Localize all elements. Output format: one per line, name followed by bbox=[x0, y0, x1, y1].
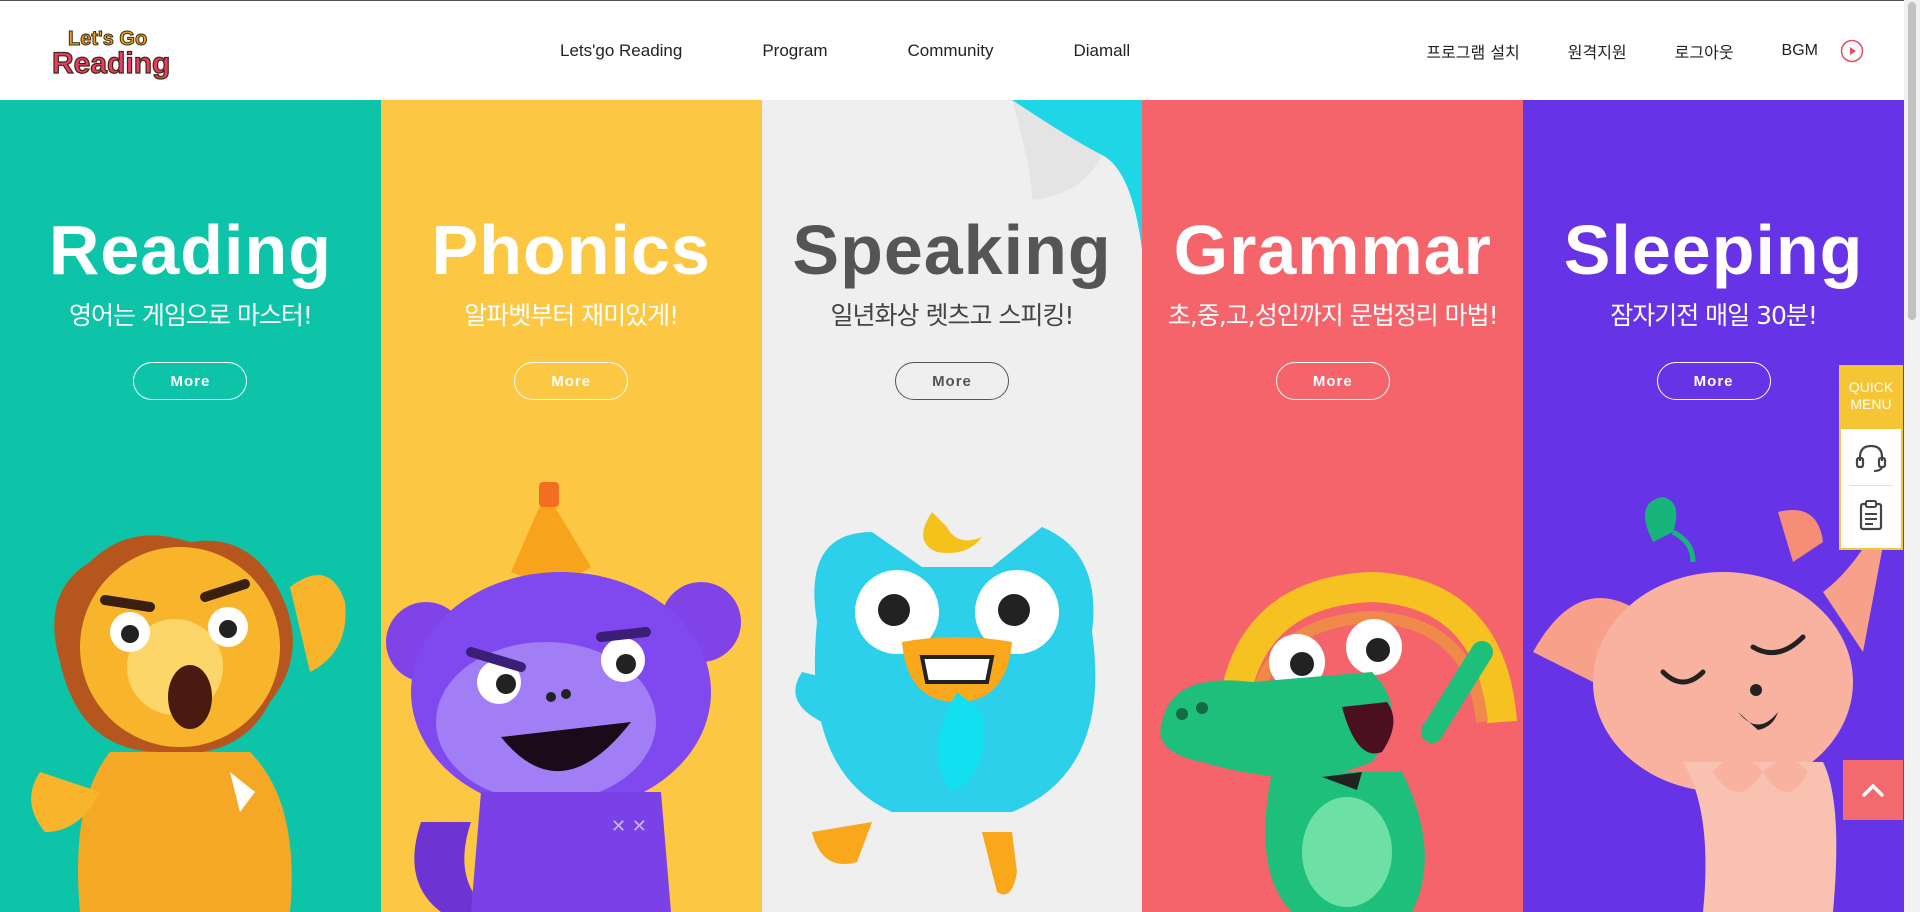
quick-menu: QUICK MENU bbox=[1839, 365, 1903, 550]
nav-program[interactable]: Program bbox=[762, 41, 827, 61]
logo[interactable]: Let's Go Reading bbox=[50, 21, 170, 83]
panel-title: Sleeping bbox=[1563, 211, 1864, 289]
scrollbar-thumb[interactable] bbox=[1908, 2, 1916, 320]
nav-lets-go-reading[interactable]: Lets'go Reading bbox=[560, 41, 682, 61]
panel-reading: Reading 영어는 게임으로 마스터! More bbox=[0, 100, 381, 912]
panel-title: Phonics bbox=[431, 211, 711, 289]
reading-more-button[interactable]: More bbox=[133, 362, 248, 400]
panel-subtitle: 일년화상 렛츠고 스피킹! bbox=[830, 301, 1075, 330]
install-program-link[interactable]: 프로그램 설치 bbox=[1426, 39, 1519, 63]
panel-title: Grammar bbox=[1173, 211, 1492, 289]
panel-phonics: Phonics 알파벳부터 재미있게! More ✕ ✕ bbox=[380, 100, 762, 912]
chevron-up-icon bbox=[1862, 784, 1884, 797]
logout-link[interactable]: 로그아웃 bbox=[1675, 39, 1734, 63]
scroll-to-top-button[interactable] bbox=[1843, 760, 1903, 820]
main-nav: Lets'go Reading Program Community Diamal… bbox=[560, 1, 1210, 101]
site-header: Let's Go Reading Lets'go Reading Program… bbox=[0, 0, 1904, 100]
panel-speaking: Speaking 일년화상 렛츠고 스피킹! More bbox=[761, 100, 1143, 912]
panel-title: Speaking bbox=[792, 211, 1112, 289]
crocodile-mascot-image bbox=[1160, 571, 1518, 912]
lion-mascot-image bbox=[31, 535, 346, 912]
quick-menu-divider bbox=[1849, 485, 1893, 486]
sleeping-more-button[interactable]: More bbox=[1656, 362, 1771, 400]
quick-menu-label-line2: MENU bbox=[1850, 396, 1892, 412]
nav-diamall[interactable]: Diamall bbox=[1074, 41, 1131, 61]
clipboard-icon[interactable] bbox=[1854, 498, 1888, 532]
speaking-more-button[interactable]: More bbox=[894, 362, 1009, 400]
bgm-control: BGM bbox=[1782, 39, 1864, 63]
panel-grammar: Grammar 초,중,고,성인까지 문법정리 마법! More bbox=[1142, 100, 1524, 912]
grammar-more-button[interactable]: More bbox=[1275, 362, 1390, 400]
panel-subtitle: 초,중,고,성인까지 문법정리 마법! bbox=[1167, 301, 1499, 330]
logo-text-bottom: Reading bbox=[52, 47, 170, 80]
monkey-mascot-image: ✕ ✕ bbox=[385, 482, 741, 912]
svg-text:✕ ✕: ✕ ✕ bbox=[611, 816, 647, 837]
play-icon[interactable] bbox=[1840, 39, 1864, 63]
panel-subtitle: 알파벳부터 재미있게! bbox=[464, 301, 679, 330]
quick-menu-label-line1: QUICK bbox=[1848, 379, 1894, 395]
program-panels: Reading 영어는 게임으로 마스터! More Phonics 알파벳부터… bbox=[0, 100, 1904, 912]
headset-icon[interactable] bbox=[1854, 441, 1888, 475]
page-scrollbar[interactable] bbox=[1904, 0, 1920, 912]
bgm-label: BGM bbox=[1781, 42, 1818, 59]
panel-title: Reading bbox=[48, 211, 332, 289]
panel-subtitle: 잠자기전 매일 30분! bbox=[1610, 301, 1818, 330]
owl-mascot-image bbox=[794, 512, 1095, 895]
quick-menu-header: QUICK MENU bbox=[1841, 367, 1901, 429]
nav-community[interactable]: Community bbox=[908, 41, 994, 61]
utility-menu: 프로그램 설치 원격지원 로그아웃 BGM bbox=[1378, 1, 1864, 101]
phonics-more-button[interactable]: More bbox=[514, 362, 629, 400]
remote-support-link[interactable]: 원격지원 bbox=[1568, 39, 1627, 63]
panel-subtitle: 영어는 게임으로 마스터! bbox=[68, 301, 313, 330]
